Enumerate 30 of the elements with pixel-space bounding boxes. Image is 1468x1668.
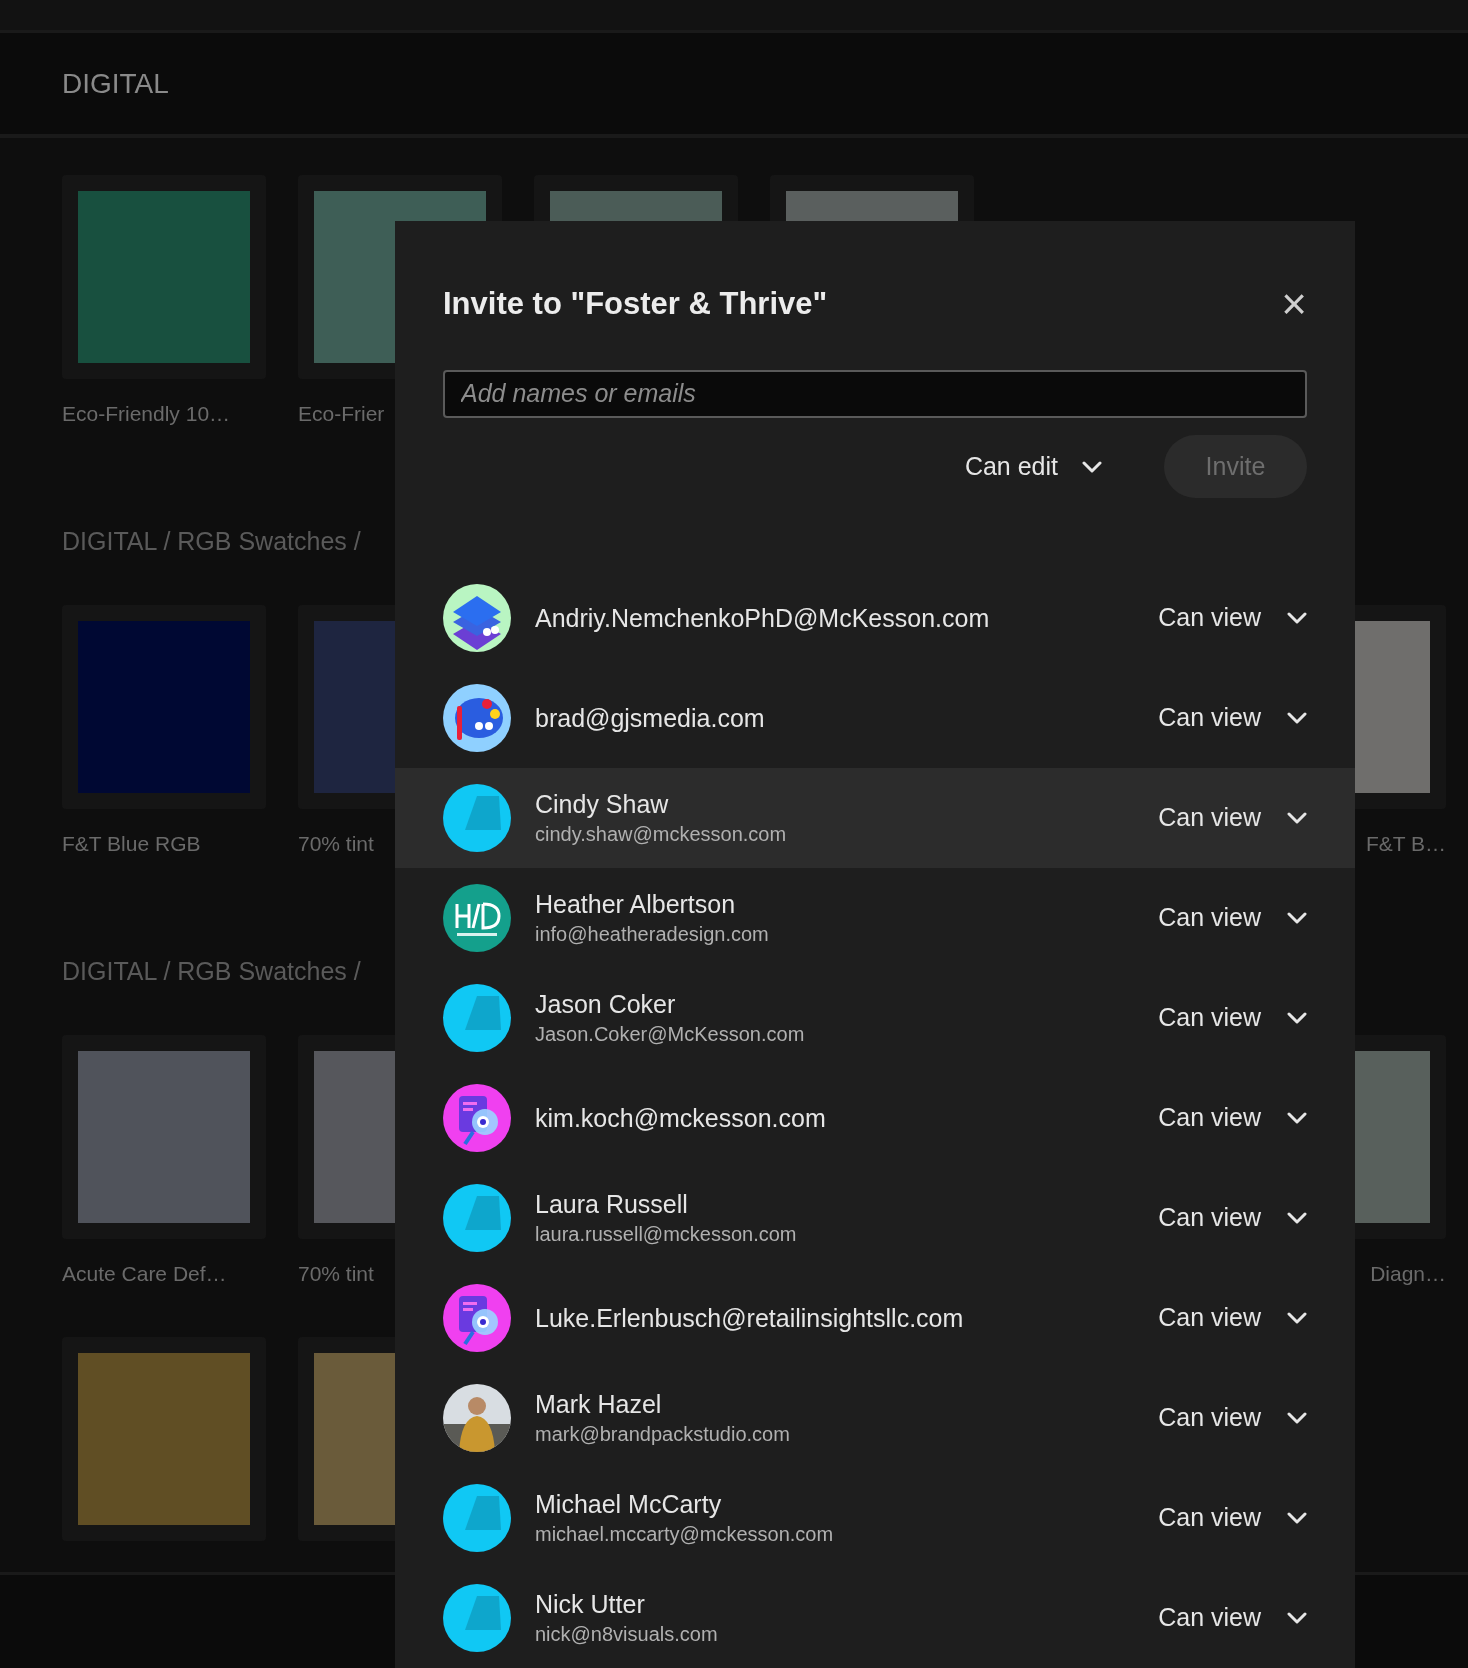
swatch-label: Acute Care Def… bbox=[62, 1261, 228, 1287]
group-heading: DIGITAL / RGB Swatches / bbox=[62, 956, 361, 987]
member-email: laura.russell@mckesson.com bbox=[535, 1222, 798, 1247]
swatch-label: 70% tint bbox=[298, 1261, 375, 1287]
swatch-label: F&T Blue RGB bbox=[62, 831, 202, 857]
member-email: info@heatheradesign.com bbox=[535, 922, 770, 947]
member-email: Andriy.NemchenkoPhD@McKesson.com bbox=[535, 603, 991, 634]
group-heading: DIGITAL / RGB Swatches / bbox=[62, 526, 361, 557]
member-name: Heather Albertson bbox=[535, 889, 737, 920]
member-email: Jason.Coker@McKesson.com bbox=[535, 1022, 806, 1047]
member-name: Cindy Shaw bbox=[535, 789, 670, 820]
member-email: kim.koch@mckesson.com bbox=[535, 1103, 827, 1134]
member-email: cindy.shaw@mckesson.com bbox=[535, 822, 788, 847]
swatch-label: 70% tint bbox=[298, 831, 375, 857]
member-name: Nick Utter bbox=[535, 1589, 646, 1620]
section-title: DIGITAL bbox=[62, 66, 169, 101]
member-name: Jason Coker bbox=[535, 989, 677, 1020]
member-email: nick@n8visuals.com bbox=[535, 1622, 719, 1647]
swatch-label: Eco-Frier bbox=[298, 401, 386, 427]
member-name: Laura Russell bbox=[535, 1189, 689, 1220]
member-email: mark@brandpackstudio.com bbox=[535, 1422, 791, 1447]
swatch-label: F&T B… bbox=[1365, 831, 1446, 857]
member-email: michael.mccarty@mckesson.com bbox=[535, 1522, 835, 1547]
member-name: Mark Hazel bbox=[535, 1389, 663, 1420]
swatch-label: Eco-Friendly 10… bbox=[62, 401, 232, 427]
member-email: brad@gjsmedia.com bbox=[535, 703, 766, 734]
swatch-label: Diagn… bbox=[1370, 1261, 1446, 1287]
member-email: Luke.Erlenbusch@retailinsightsllc.com bbox=[535, 1303, 965, 1334]
dialog-title: Invite to "Foster & Thrive" bbox=[443, 285, 828, 323]
member-name: Michael McCarty bbox=[535, 1489, 723, 1520]
